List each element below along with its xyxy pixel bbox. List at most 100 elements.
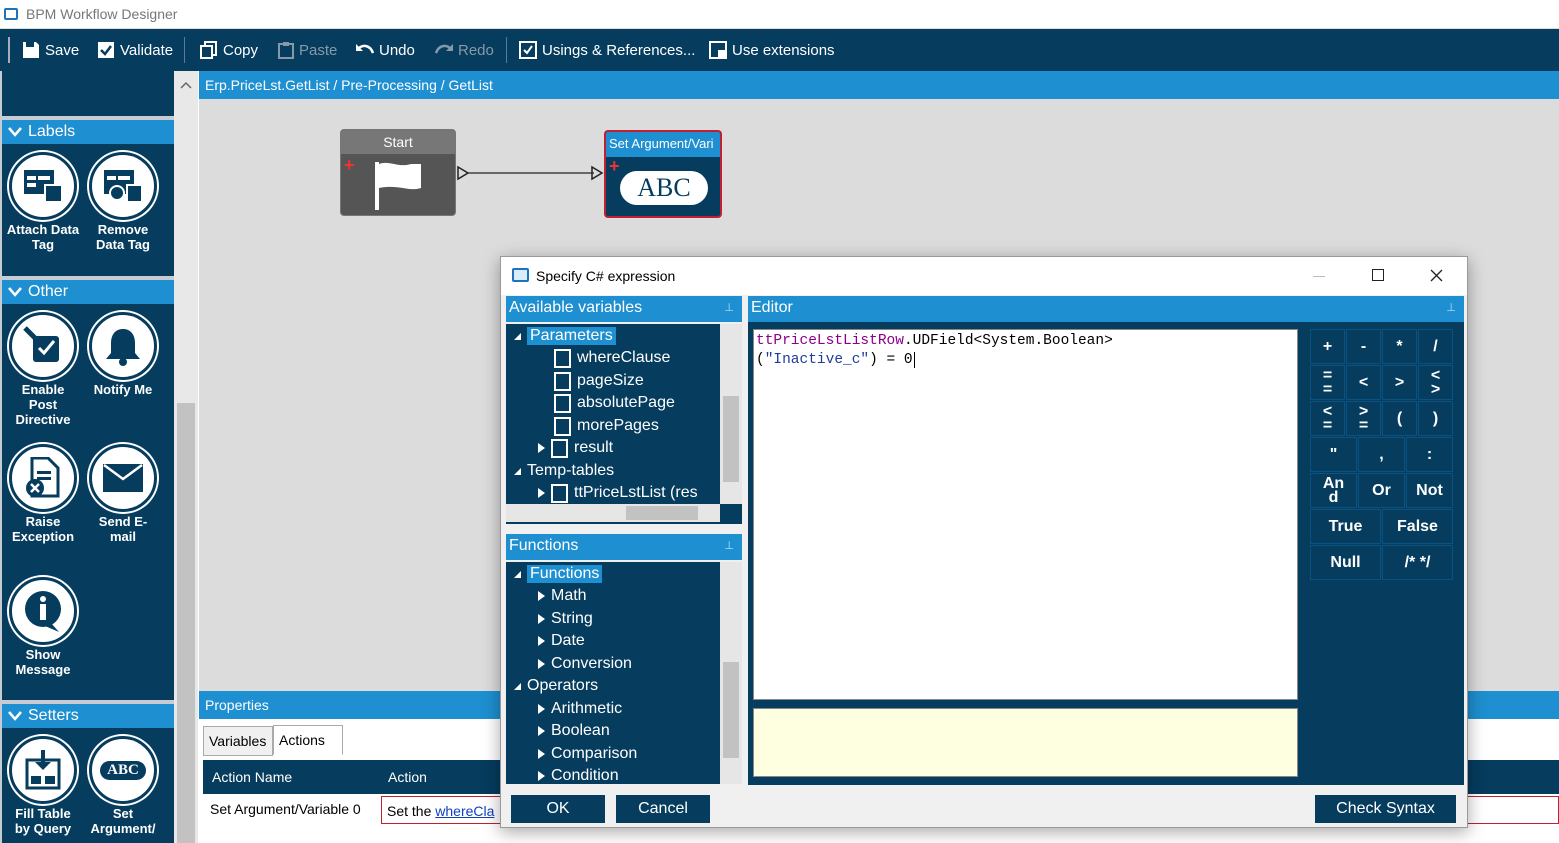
copy-button[interactable]: Copy [200, 29, 258, 71]
show-message-tool[interactable]: Show Message [5, 577, 81, 677]
raise-exception-tool[interactable]: Raise Exception [5, 444, 81, 544]
tree-node-absolutepage[interactable]: absolutePage [554, 392, 675, 414]
ok-button[interactable]: OK [511, 795, 605, 823]
expand-icon[interactable] [538, 771, 545, 781]
scroll-up-icon[interactable] [180, 81, 192, 89]
vertical-scrollbar[interactable] [720, 324, 742, 504]
tree-node-temp-tables[interactable]: Temp-tables [514, 460, 614, 482]
section-header-other[interactable]: Other [2, 280, 174, 304]
section-header-setters[interactable]: Setters [2, 704, 174, 728]
expand-icon[interactable] [538, 659, 545, 669]
code-editor[interactable]: ttPriceLstListRow.UDField<System.Boolean… [753, 329, 1298, 700]
add-icon[interactable]: + [344, 155, 355, 176]
collapse-icon[interactable] [514, 682, 521, 690]
column-action[interactable]: Action [388, 769, 427, 785]
scrollbar-thumb[interactable] [723, 662, 739, 758]
pin-icon[interactable]: ⊥ [724, 301, 734, 314]
pin-icon[interactable]: ⊥ [724, 539, 734, 552]
redo-button[interactable]: Redo [435, 29, 494, 71]
action-link[interactable]: whereCla [435, 803, 494, 819]
undo-button[interactable]: Undo [356, 29, 415, 71]
tab-variables[interactable]: Variables [203, 726, 273, 756]
pin-icon[interactable]: ⊥ [1446, 301, 1456, 314]
collapse-icon[interactable] [514, 332, 521, 340]
set-argument-node[interactable]: Set Argument/Vari + ABC [604, 130, 722, 218]
close-icon[interactable] [1430, 269, 1443, 282]
section-header-labels[interactable]: Labels [2, 120, 174, 144]
not-key[interactable]: Not [1406, 473, 1453, 508]
divide-key[interactable]: / [1418, 329, 1453, 364]
minimize-icon[interactable] [1313, 276, 1325, 277]
tree-node-result[interactable]: result [538, 437, 613, 459]
fill-table-by-query-tool[interactable]: Fill Table by Query [5, 736, 81, 836]
toolbox-scrollbar[interactable] [174, 71, 198, 843]
scrollbar-thumb[interactable] [177, 403, 195, 843]
right-paren-key[interactable]: ) [1418, 401, 1453, 436]
quote-key[interactable]: " [1310, 437, 1357, 472]
validate-button[interactable]: Validate [97, 29, 173, 71]
notify-me-tool[interactable]: Notify Me [85, 312, 161, 397]
tree-node-condition[interactable]: Condition [538, 765, 619, 784]
tree-node-parameters[interactable]: Parameters [514, 325, 616, 347]
tree-node-functions[interactable]: Functions [514, 563, 603, 585]
enable-post-directive-tool[interactable]: Enable Post Directive [5, 312, 81, 427]
tree-node-morepages[interactable]: morePages [554, 415, 659, 437]
or-key[interactable]: Or [1358, 473, 1405, 508]
expand-icon[interactable] [538, 443, 545, 453]
collapse-icon[interactable] [514, 570, 521, 578]
tree-node-operators[interactable]: Operators [514, 675, 598, 697]
equals-key[interactable]: = = [1310, 365, 1345, 400]
greater-than-key[interactable]: > [1382, 365, 1417, 400]
paste-button[interactable]: Paste [278, 29, 337, 71]
usings-references-button[interactable]: Usings & References... [519, 29, 695, 71]
less-equal-key[interactable]: < = [1310, 401, 1345, 436]
set-argument-tool[interactable]: ABC Set Argument/ [85, 736, 161, 836]
tree-node-ttpricelstlist[interactable]: ttPriceLstList (res [538, 482, 698, 504]
colon-key[interactable]: : [1406, 437, 1453, 472]
tab-actions[interactable]: Actions [273, 725, 343, 755]
start-node[interactable]: Start + [340, 129, 456, 216]
null-key[interactable]: Null [1310, 545, 1381, 580]
cancel-button[interactable]: Cancel [616, 795, 710, 823]
tree-node-boolean[interactable]: Boolean [538, 720, 610, 742]
expand-icon[interactable] [538, 614, 545, 624]
attach-data-tag-tool[interactable]: Attach Data Tag [5, 152, 81, 252]
tree-node-date[interactable]: Date [538, 630, 585, 652]
tree-node-string[interactable]: String [538, 608, 593, 630]
expand-icon[interactable] [538, 726, 545, 736]
horizontal-scrollbar[interactable] [506, 504, 720, 522]
expand-icon[interactable] [538, 704, 545, 714]
remove-data-tag-tool[interactable]: Remove Data Tag [85, 152, 161, 252]
true-key[interactable]: True [1310, 509, 1381, 544]
check-syntax-button[interactable]: Check Syntax [1315, 795, 1456, 823]
tree-node-conversion[interactable]: Conversion [538, 653, 632, 675]
tree-node-arithmetic[interactable]: Arithmetic [538, 698, 622, 720]
save-button[interactable]: Save [22, 29, 79, 71]
and-key[interactable]: An d [1310, 473, 1357, 508]
not-equal-key[interactable]: < > [1418, 365, 1453, 400]
left-paren-key[interactable]: ( [1382, 401, 1417, 436]
tree-node-math[interactable]: Math [538, 585, 587, 607]
expand-icon[interactable] [538, 636, 545, 646]
multiply-key[interactable]: * [1382, 329, 1417, 364]
plus-key[interactable]: + [1310, 329, 1345, 364]
minus-key[interactable]: - [1346, 329, 1381, 364]
add-icon[interactable]: + [609, 156, 620, 177]
tree-node-comparison[interactable]: Comparison [538, 743, 637, 765]
false-key[interactable]: False [1382, 509, 1453, 544]
expand-icon[interactable] [538, 591, 545, 601]
column-action-name[interactable]: Action Name [212, 769, 292, 785]
use-extensions-button[interactable]: Use extensions [709, 29, 835, 71]
collapse-icon[interactable] [514, 467, 521, 475]
vertical-scrollbar[interactable] [720, 562, 742, 784]
send-email-tool[interactable]: Send E-mail [85, 444, 161, 544]
less-than-key[interactable]: < [1346, 365, 1381, 400]
greater-equal-key[interactable]: > = [1346, 401, 1381, 436]
expand-icon[interactable] [538, 488, 545, 498]
maximize-icon[interactable] [1372, 269, 1384, 281]
tree-node-pagesize[interactable]: pageSize [554, 370, 644, 392]
tree-node-whereclause[interactable]: whereClause [554, 347, 670, 369]
comma-key[interactable]: , [1358, 437, 1405, 472]
expand-icon[interactable] [538, 749, 545, 759]
comment-key[interactable]: /* */ [1382, 545, 1453, 580]
